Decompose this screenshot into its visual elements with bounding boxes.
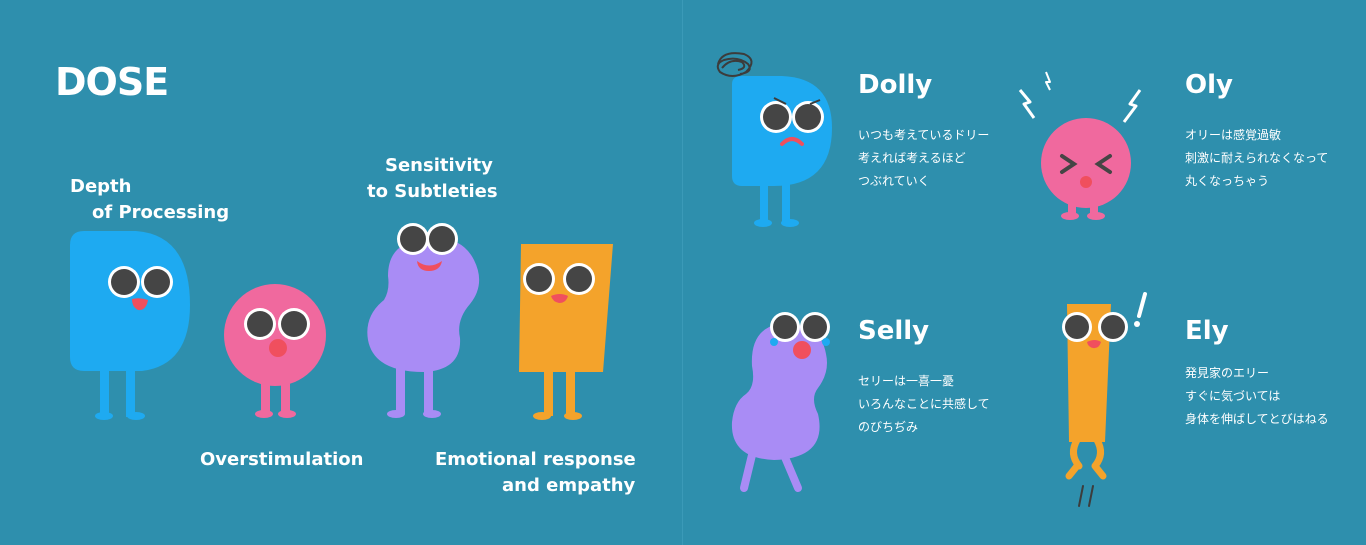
label-sensitivity-line1: Sensitivity <box>385 155 493 176</box>
depth-character <box>70 231 190 420</box>
page-divider <box>682 0 683 545</box>
ely-name: Ely <box>1185 316 1229 346</box>
dolly-line-1: いつも考えているドリー <box>858 128 990 142</box>
ely-line-2: すぐに気づいては <box>1185 389 1281 403</box>
label-sensitivity-line2: to Subtleties <box>367 181 498 202</box>
oly-line-3: 丸くなっちゃう <box>1185 174 1270 188</box>
oly-name: Oly <box>1185 70 1233 100</box>
label-depth-line2: of Processing <box>92 202 230 223</box>
label-emotional-line2: and empathy <box>502 475 636 496</box>
selly-line-2: いろんなことに共感して <box>858 397 990 411</box>
page-title: DOSE <box>55 60 169 104</box>
ely-line-1: 発見家のエリー <box>1185 366 1270 380</box>
selly-line-1: セリーは一喜一憂 <box>858 374 955 388</box>
dolly-line-2: 考えれば考えるほど <box>858 151 966 165</box>
overstimulation-character <box>224 284 326 418</box>
emotional-character <box>519 244 613 420</box>
ely-line-3: 身体を伸ばしてとびはねる <box>1185 412 1329 426</box>
selly-character <box>731 312 830 492</box>
label-emotional-line1: Emotional response <box>435 449 636 470</box>
ely-character <box>1062 292 1147 507</box>
dolly-line-3: つぶれていく <box>858 174 930 188</box>
selly-line-3: のびちぢみ <box>858 420 919 434</box>
selly-name: Selly <box>858 316 930 346</box>
label-depth-line1: Depth <box>70 176 132 197</box>
dolly-name: Dolly <box>858 70 933 100</box>
dolly-character <box>716 52 832 227</box>
selly-description: セリーは一喜一憂 いろんなことに共感して のびちぢみ <box>858 370 990 439</box>
dolly-description: いつも考えているドリー 考えれば考えるほど つぶれていく <box>858 124 989 193</box>
ely-description: 発見家のエリー すぐに気づいては 身体を伸ばしてとびはねる <box>1185 362 1329 431</box>
oly-description: オリーは感覚過敏 刺激に耐えられなくなって 丸くなっちゃう <box>1185 124 1328 193</box>
label-overstimulation: Overstimulation <box>200 449 364 470</box>
oly-line-2: 刺激に耐えられなくなって <box>1185 151 1329 165</box>
sensitivity-character <box>367 223 480 418</box>
oly-line-1: オリーは感覚過敏 <box>1185 128 1282 142</box>
oly-character <box>1018 71 1142 220</box>
